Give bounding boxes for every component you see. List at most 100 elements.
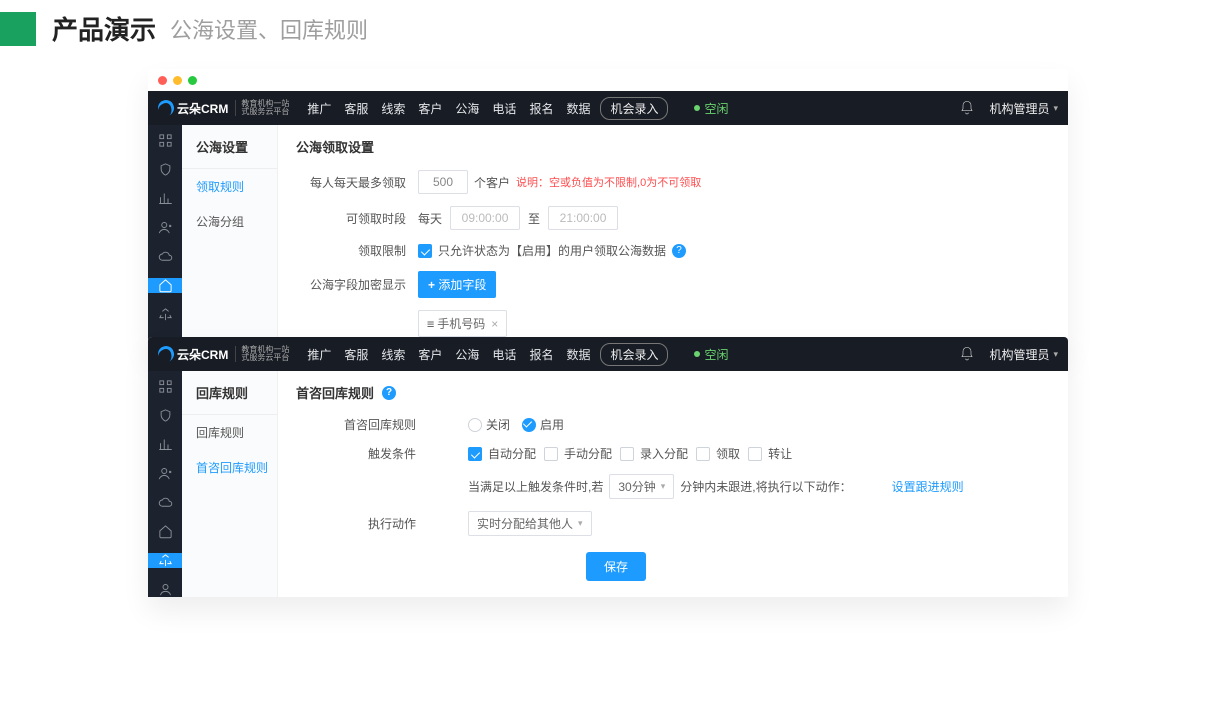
mac-traffic-lights	[148, 69, 1068, 91]
label-claim-limit: 领取限制	[296, 242, 406, 259]
sub-sidebar: 回库规则 回库规则 首咨回库规则	[182, 371, 278, 597]
sidebar-item-first-return-rule[interactable]: 首咨回库规则	[182, 450, 277, 485]
logo-text: 云朵CRM	[177, 100, 228, 117]
link-set-followup[interactable]: 设置跟进规则	[892, 478, 964, 495]
radio-off[interactable]	[468, 418, 482, 432]
bell-icon[interactable]	[959, 100, 975, 116]
product-logo: 云朵CRM 教育机构一站式服务云平台	[158, 100, 289, 117]
page-title: 产品演示	[52, 10, 156, 47]
status-idle: 空闲	[694, 346, 728, 363]
nav-customers[interactable]: 客户	[418, 100, 442, 117]
window-return-rule: 云朵CRM 教育机构一站式服务云平台 推广 客服 线索 客户 公海 电话 报名 …	[148, 337, 1068, 597]
nav-leads[interactable]: 线索	[381, 100, 405, 117]
account-menu[interactable]: 机构管理员▾	[989, 346, 1058, 363]
input-time-to[interactable]	[548, 206, 618, 230]
nav-phone[interactable]: 电话	[492, 100, 516, 117]
help-icon[interactable]: ?	[672, 244, 686, 258]
label-time-range: 可领取时段	[296, 210, 406, 227]
unit-customers: 个客户	[474, 174, 510, 191]
label-encrypt-fields: 公海字段加密显示	[296, 276, 406, 293]
opportunity-entry-button[interactable]: 机会录入	[600, 97, 668, 120]
mac-zoom-icon[interactable]	[188, 76, 197, 85]
home-icon[interactable]	[156, 524, 174, 539]
label-first-rule: 首咨回库规则	[326, 416, 416, 433]
checkbox-claim[interactable]	[696, 447, 710, 461]
add-field-button[interactable]: 添加字段	[418, 271, 496, 298]
home-icon[interactable]	[148, 278, 182, 293]
icon-apps[interactable]	[156, 379, 174, 394]
user-icon[interactable]	[156, 466, 174, 481]
close-icon[interactable]: ×	[491, 317, 498, 331]
logo-text: 云朵CRM	[177, 346, 228, 363]
recycle-icon[interactable]	[156, 307, 174, 322]
page-header: 产品演示 公海设置、回库规则	[0, 0, 1210, 59]
nav-promote[interactable]: 推广	[307, 100, 331, 117]
left-icon-bar	[148, 125, 182, 349]
user-icon[interactable]	[156, 220, 174, 235]
nav-promote[interactable]: 推广	[307, 346, 331, 363]
select-action[interactable]: 实时分配给其他人▾	[468, 511, 592, 536]
cloud-icon[interactable]	[156, 249, 174, 264]
checkbox-enable-only[interactable]	[418, 244, 432, 258]
input-max-claim[interactable]	[418, 170, 468, 194]
shield-icon[interactable]	[156, 408, 174, 423]
sidebar-item-claim-rule[interactable]: 领取规则	[182, 169, 277, 204]
mac-close-icon[interactable]	[158, 76, 167, 85]
nav-leads[interactable]: 线索	[381, 346, 405, 363]
nav-service[interactable]: 客服	[344, 100, 368, 117]
nav-sea[interactable]: 公海	[455, 346, 479, 363]
mac-minimize-icon[interactable]	[173, 76, 182, 85]
chart-icon[interactable]	[156, 437, 174, 452]
section-title: 公海领取设置	[296, 137, 1050, 156]
tag-phone-field[interactable]: ≡ 手机号码 ×	[418, 310, 507, 337]
checkbox-manual-assign[interactable]	[544, 447, 558, 461]
save-button[interactable]: 保存	[586, 552, 646, 581]
sidebar-item-sea-group[interactable]: 公海分组	[182, 204, 277, 239]
drag-handle-icon[interactable]: ≡	[427, 317, 432, 331]
tag-label: 手机号码	[437, 315, 485, 332]
main-panel: 公海领取设置 每人每天最多领取 个客户 说明：空或负值为不限制,0为不可领取 可…	[278, 125, 1068, 349]
checkbox-transfer[interactable]	[748, 447, 762, 461]
checkbox-auto-assign[interactable]	[468, 447, 482, 461]
nav-data[interactable]: 数据	[566, 100, 590, 117]
sidebar-heading: 公海设置	[182, 125, 277, 169]
top-bar: 云朵CRM 教育机构一站式服务云平台 推广 客服 线索 客户 公海 电话 报名 …	[148, 337, 1068, 371]
account-menu[interactable]: 机构管理员▾	[989, 100, 1058, 117]
opportunity-entry-button[interactable]: 机会录入	[600, 343, 668, 366]
nav-phone[interactable]: 电话	[492, 346, 516, 363]
text-enable-only: 只允许状态为【启用】的用户领取公海数据	[438, 242, 666, 259]
logo-subtitle: 教育机构一站式服务云平台	[235, 100, 289, 117]
left-icon-bar	[148, 371, 182, 597]
nav-service[interactable]: 客服	[344, 346, 368, 363]
accent-block	[0, 12, 36, 46]
nav-signup[interactable]: 报名	[529, 346, 553, 363]
person-icon[interactable]	[156, 582, 174, 597]
shield-icon[interactable]	[156, 162, 174, 177]
input-time-from[interactable]	[450, 206, 520, 230]
checkbox-input-assign[interactable]	[620, 447, 634, 461]
top-nav: 推广 客服 线索 客户 公海 电话 报名 数据	[307, 346, 590, 363]
nav-data[interactable]: 数据	[566, 346, 590, 363]
radio-on[interactable]	[522, 418, 536, 432]
select-minutes[interactable]: 30分钟▾	[609, 474, 674, 499]
nav-sea[interactable]: 公海	[455, 100, 479, 117]
nav-signup[interactable]: 报名	[529, 100, 553, 117]
top-bar: 云朵CRM 教育机构一站式服务云平台 推广 客服 线索 客户 公海 电话 报名 …	[148, 91, 1068, 125]
cloud-icon[interactable]	[156, 495, 174, 510]
text-every-day: 每天	[418, 210, 442, 227]
section-title: 首咨回库规则 ?	[296, 383, 1050, 402]
product-logo: 云朵CRM 教育机构一站式服务云平台	[158, 346, 289, 363]
hint-max-claim: 说明：空或负值为不限制,0为不可领取	[516, 174, 701, 190]
label-trigger: 触发条件	[326, 445, 416, 462]
sentence-a: 当满足以上触发条件时,若	[468, 478, 603, 495]
bell-icon[interactable]	[959, 346, 975, 362]
recycle-icon[interactable]	[148, 553, 182, 568]
sentence-b: 分钟内未跟进,将执行以下动作：	[680, 478, 851, 495]
chart-icon[interactable]	[156, 191, 174, 206]
sidebar-heading: 回库规则	[182, 371, 277, 415]
help-icon[interactable]: ?	[382, 386, 396, 400]
icon-apps[interactable]	[156, 133, 174, 148]
nav-customers[interactable]: 客户	[418, 346, 442, 363]
sidebar-item-return-rule[interactable]: 回库规则	[182, 415, 277, 450]
logo-subtitle: 教育机构一站式服务云平台	[235, 346, 289, 363]
